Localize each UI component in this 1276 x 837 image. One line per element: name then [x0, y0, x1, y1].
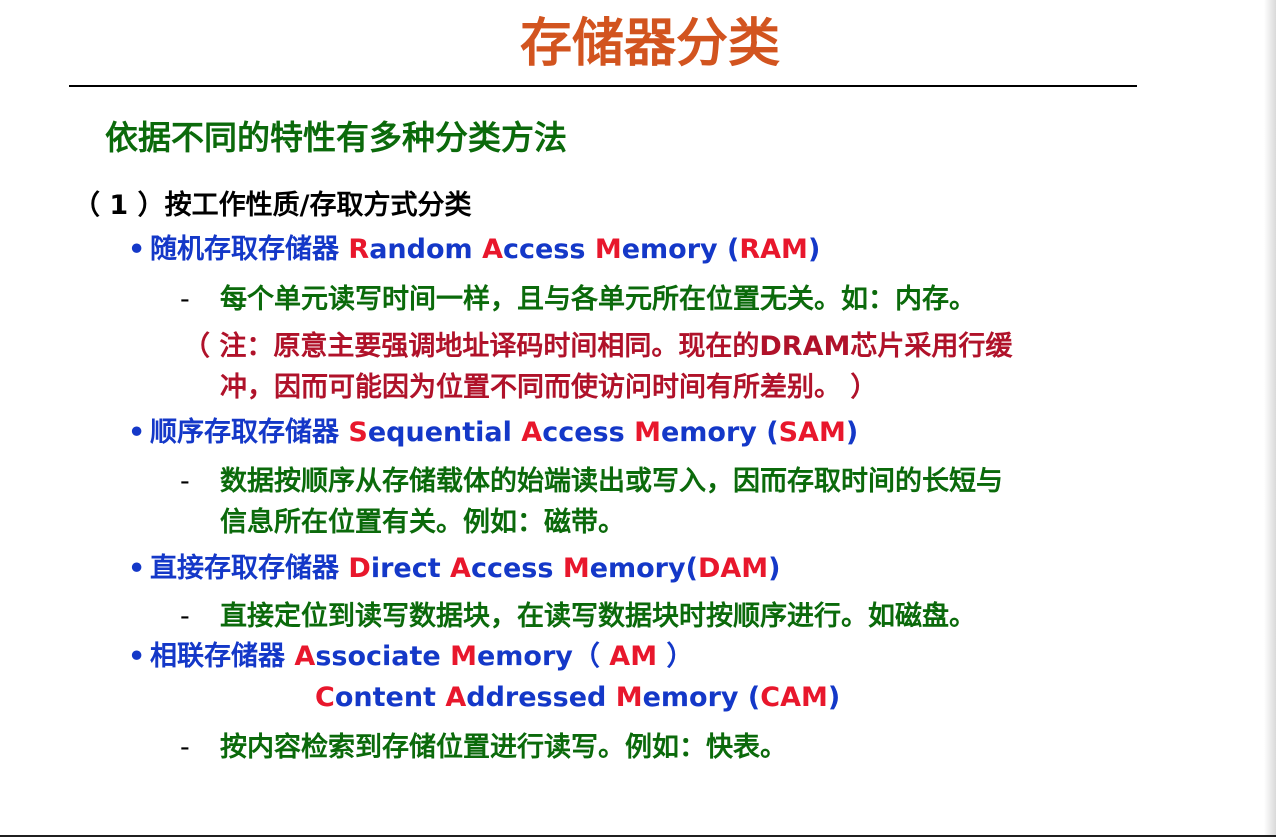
highlight-letter: A — [445, 682, 467, 713]
ram-note-line1: （ 注：原意主要强调地址译码时间相同。现在的DRAM芯片采用行缓 — [183, 331, 1013, 362]
ram-cn-label: 随机存取存储器 — [150, 234, 349, 265]
dam-desc-text: 直接定位到读写数据块，在读写数据块时按顺序进行。如磁盘。 — [220, 601, 976, 632]
term-text: ssociate — [315, 641, 451, 672]
term-text: emory( — [589, 553, 698, 584]
am-desc-text: 按内容检索到存储位置进行读写。例如：快表。 — [220, 732, 787, 763]
highlight-letter: A — [450, 553, 471, 584]
term-text: ) — [827, 682, 841, 713]
sam-desc-line1: 数据按顺序从存储载体的始端读出或写入，因而存取时间的长短与 — [220, 466, 1003, 497]
highlight-letter: C — [315, 682, 335, 713]
highlight-letter: M — [562, 553, 590, 584]
highlight-letter: CAM — [760, 682, 828, 713]
term-text: ontent — [334, 682, 446, 713]
dash-symbol: - — [180, 601, 190, 632]
highlight-letter: A — [294, 641, 316, 672]
subtitle: 依据不同的特性有多种分类方法 — [105, 118, 567, 157]
term-text: andom — [369, 234, 483, 265]
highlight-letter: D — [348, 553, 371, 584]
highlight-letter: A — [521, 417, 543, 448]
ram-description: - 每个单元读写时间一样，且与各单元所在位置无关。如：内存。 — [180, 282, 976, 318]
term-text: ccess — [470, 553, 563, 584]
highlight-letter: SAM — [778, 417, 846, 448]
dash-symbol: - — [180, 732, 190, 763]
title-divider — [69, 85, 1137, 87]
term-text: irect — [370, 553, 451, 584]
term-text: ccess — [502, 234, 595, 265]
sam-en-label: Sequential Access Memory (SAM) — [348, 417, 858, 448]
highlight-letter: R — [348, 234, 370, 265]
term-text: equential — [367, 417, 522, 448]
dash-symbol: - — [180, 466, 190, 497]
bullet-ram: • 随机存取存储器 Random Access Memory (RAM) — [128, 232, 820, 268]
dash-symbol: - — [180, 284, 190, 315]
bullet-symbol: • — [128, 234, 146, 265]
highlight-letter: RAM — [739, 234, 808, 265]
dam-description: - 直接定位到读写数据块，在读写数据块时按顺序进行。如磁盘。 — [180, 599, 976, 635]
term-text: ） — [657, 641, 694, 672]
ram-note-line2: 冲，因而可能因为位置不同而使访问时间有所差别。 ） — [220, 372, 878, 403]
term-text: ) — [768, 553, 781, 584]
term-text: ddressed — [466, 682, 616, 713]
cam-en-label: Content Addressed Memory (CAM) — [315, 680, 840, 716]
page-edge-shadow — [1264, 0, 1276, 837]
sam-desc-line2: 信息所在位置有关。例如：磁带。 — [220, 507, 625, 538]
dam-cn-label: 直接存取存储器 — [150, 553, 349, 584]
term-text: emory ( — [621, 234, 740, 265]
highlight-letter: S — [348, 417, 368, 448]
highlight-letter: M — [450, 641, 477, 672]
term-text: emory ( — [642, 682, 761, 713]
ram-en-label: Random Access Memory (RAM) — [348, 234, 820, 265]
dam-en-label: Direct Access Memory(DAM) — [348, 553, 780, 584]
sam-description: - 数据按顺序从存储载体的始端读出或写入，因而存取时间的长短与 — [180, 464, 1003, 500]
bullet-am: • 相联存储器 Associate Memory（ AM ） — [128, 639, 693, 675]
ram-desc-text: 每个单元读写时间一样，且与各单元所在位置无关。如：内存。 — [220, 284, 976, 315]
am-en-label: Associate Memory（ AM ） — [294, 641, 693, 672]
highlight-letter: AM — [609, 641, 658, 672]
highlight-letter: M — [594, 234, 622, 265]
am-cn-label: 相联存储器 — [150, 641, 295, 672]
sam-cn-label: 顺序存取存储器 — [150, 417, 349, 448]
term-text: emory ( — [660, 417, 779, 448]
bullet-symbol: • — [128, 417, 146, 448]
highlight-letter: DAM — [697, 553, 769, 584]
term-text: ) — [845, 417, 859, 448]
highlight-letter: M — [615, 682, 643, 713]
term-text: ) — [807, 234, 821, 265]
highlight-letter: M — [634, 417, 661, 448]
section-heading: （ 1 ）按工作性质/存取方式分类 — [73, 190, 472, 221]
bullet-dam: • 直接存取存储器 Direct Access Memory(DAM) — [128, 551, 780, 587]
highlight-letter: A — [482, 234, 503, 265]
bullet-symbol: • — [128, 641, 146, 672]
am-description: - 按内容检索到存储位置进行读写。例如：快表。 — [180, 730, 787, 766]
bullet-symbol: • — [128, 553, 146, 584]
term-text: emory（ — [476, 641, 610, 672]
bullet-sam: • 顺序存取存储器 Sequential Access Memory (SAM) — [128, 415, 858, 451]
term-text: ccess — [542, 417, 635, 448]
slide-title: 存储器分类 — [519, 14, 780, 74]
